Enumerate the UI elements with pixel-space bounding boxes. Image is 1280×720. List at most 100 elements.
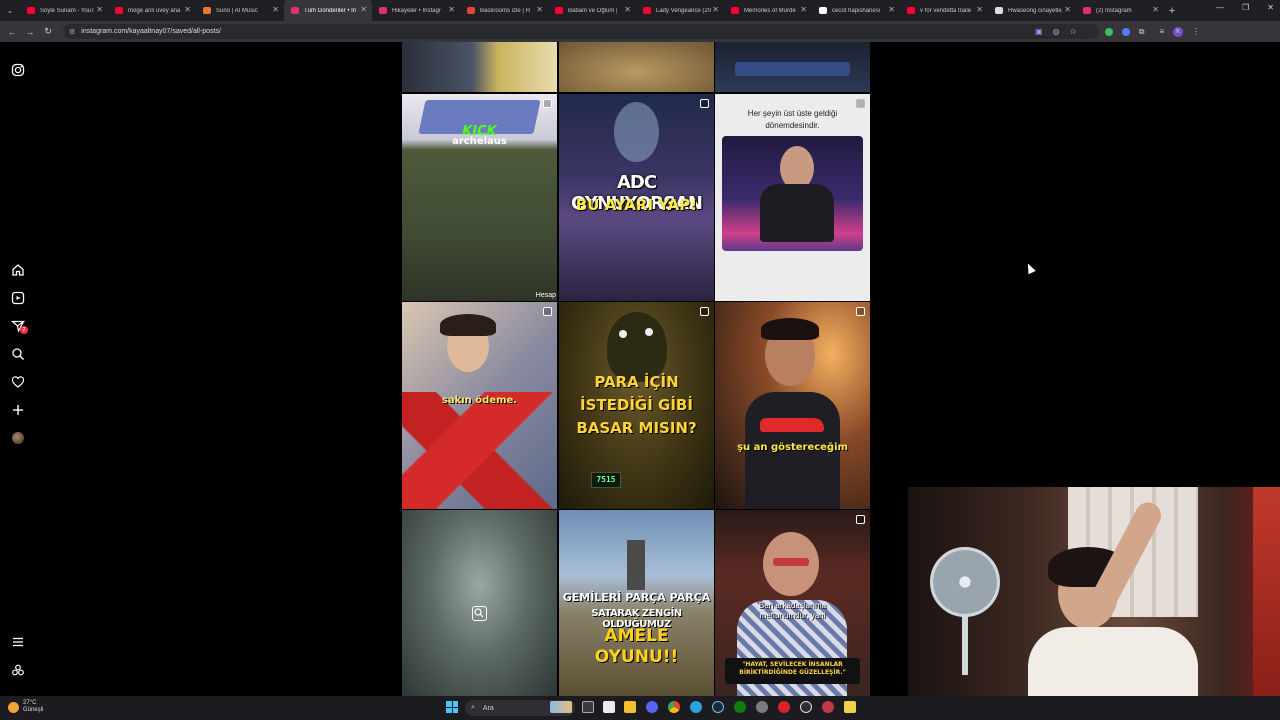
reel-icon (700, 307, 709, 316)
tab-close-icon[interactable]: ✕ (800, 5, 807, 14)
extension-green-icon[interactable] (1104, 27, 1113, 36)
record-app-icon[interactable] (778, 701, 790, 713)
reload-icon[interactable]: ↻ (39, 26, 57, 37)
back-icon[interactable]: ← (3, 27, 21, 37)
post-tile[interactable] (715, 42, 870, 92)
obs-icon[interactable] (800, 701, 812, 713)
windows-start-icon[interactable] (446, 701, 458, 713)
youtube-icon (643, 7, 651, 14)
post-tile-quote[interactable]: Her şeyin üst üste geldiği dönemdesindir… (715, 94, 870, 301)
instagram-icon (291, 7, 299, 14)
profile-avatar[interactable]: K (1173, 26, 1184, 37)
pinned-app-icon[interactable] (844, 701, 856, 713)
browser-tab[interactable]: Söyle Sunam - YouT ✕ (20, 0, 108, 21)
tab-title: Söyle Sunam - YouT (40, 7, 95, 14)
tab-close-icon[interactable]: ✕ (1152, 5, 1159, 14)
cast-icon[interactable]: ▣ (1035, 27, 1043, 36)
browser-tab[interactable]: Memories of Murde ✕ (724, 0, 812, 21)
tab-search-icon[interactable]: ⌄ (0, 6, 20, 15)
profile-avatar-icon[interactable] (12, 432, 24, 444)
site-info-icon[interactable]: ⚙ (69, 28, 75, 36)
browser-menu-icon[interactable]: ⋮ (1192, 27, 1200, 36)
tab-close-icon[interactable]: ✕ (448, 5, 455, 14)
tab-close-icon[interactable]: ✕ (888, 5, 895, 14)
browser-tab[interactable]: v for vendetta traile ✕ (900, 0, 988, 21)
eye-off-icon[interactable]: ◎ (1053, 27, 1060, 36)
reel-icon (543, 307, 552, 316)
ship-line3: AMELE (604, 626, 669, 646)
threads-icon[interactable] (11, 663, 25, 677)
tab-close-icon[interactable]: ✕ (624, 5, 631, 14)
reading-list-icon[interactable]: ≡ (1159, 27, 1164, 36)
chrome-icon[interactable] (668, 701, 680, 713)
browser-tab[interactable]: Lady Vengeance (20 ✕ (636, 0, 724, 21)
tab-close-icon[interactable]: ✕ (96, 5, 103, 14)
tab-close-icon[interactable]: ✕ (536, 5, 543, 14)
maximize-icon[interactable]: ❐ (1242, 3, 1249, 12)
tab-title: Hikayeler • Instagr (392, 7, 441, 14)
tab-title: Backrooms izle | H (480, 7, 530, 14)
post-tile-gostereceğim[interactable]: şu an göstereceğim (715, 302, 870, 509)
para-line3: BASAR MISIN? (576, 419, 697, 437)
sun-icon (8, 701, 19, 713)
steam-icon[interactable] (712, 701, 724, 713)
new-tab-button[interactable]: + (1164, 5, 1180, 17)
post-tile[interactable] (559, 42, 714, 92)
tab-close-icon[interactable]: ✕ (360, 5, 367, 14)
browser-tab[interactable]: Hikayeler • Instagr ✕ (372, 0, 460, 21)
tab-close-icon[interactable]: ✕ (712, 5, 719, 14)
store-icon[interactable] (603, 701, 615, 713)
telegram-icon[interactable] (690, 701, 702, 713)
extensions-puzzle-icon[interactable]: ⧉ (1139, 27, 1145, 37)
browser-tab[interactable]: Tüm Gönderiler • In ✕ (284, 0, 372, 21)
youtube-icon (555, 7, 563, 14)
home-icon[interactable] (11, 263, 25, 277)
adc-title-line2: BU AYARI YAP! (575, 196, 698, 214)
tab-close-icon[interactable]: ✕ (1064, 5, 1071, 14)
create-icon[interactable] (11, 403, 25, 417)
game-app-icon[interactable] (822, 701, 834, 713)
post-tile-blurred[interactable] (402, 510, 557, 696)
forward-icon[interactable]: → (21, 27, 39, 37)
tab-close-icon[interactable]: ✕ (272, 5, 279, 14)
browser-tab[interactable]: Babam ve Oğlum | ✕ (548, 0, 636, 21)
browser-tab[interactable]: (2) Instagram ✕ (1076, 0, 1164, 21)
settings-icon[interactable] (756, 701, 768, 713)
post-tile-kick-stream[interactable]: KICK archelaus Hesap (402, 94, 557, 301)
post-tile-podcast-man[interactable]: Ben arkadaşlarıma meftunumdur, yani "HAY… (715, 510, 870, 696)
browser-tab[interactable]: möge anlı üvey ana ✕ (108, 0, 196, 21)
menu-icon[interactable] (11, 635, 25, 649)
bookmark-star-icon[interactable]: ☆ (1070, 27, 1077, 36)
tab-close-icon[interactable]: ✕ (184, 5, 191, 14)
instagram-logo-icon[interactable] (11, 63, 25, 77)
search-highlight-icon[interactable] (550, 701, 572, 713)
post-tile-amele-oyunu[interactable]: GEMİLERİ PARÇA PARÇA SATARAK ZENGİN OLDU… (559, 510, 714, 696)
quote-line1: Her şeyin üst üste geldiği (747, 109, 838, 118)
browser-tab[interactable]: cecot hapishanesi ✕ (812, 0, 900, 21)
xbox-icon[interactable] (734, 701, 746, 713)
post-tile-para-icin[interactable]: PARA İÇİN İSTEDİĞİ GİBİ BASAR MISIN? 751… (559, 302, 714, 509)
file-explorer-icon[interactable] (624, 701, 636, 713)
extension-blue-icon[interactable] (1121, 27, 1130, 36)
reel-icon (856, 99, 865, 108)
heart-icon[interactable] (11, 375, 25, 389)
browser-tab[interactable]: Backrooms izle | H ✕ (460, 0, 548, 21)
address-bar[interactable]: ⚙ instagram.com/kayaaltnay07/saved/all-p… (63, 24, 1099, 39)
tab-close-icon[interactable]: ✕ (976, 5, 983, 14)
post-tile[interactable] (402, 42, 557, 92)
extensions-area: ⧉ ≡ K ⋮ (1104, 26, 1200, 37)
close-icon[interactable]: ✕ (1267, 3, 1274, 12)
post-tile-adc[interactable]: ADC OYNUYORSAN BU AYARI YAP! (559, 94, 714, 301)
reels-icon[interactable] (11, 291, 25, 305)
para-line2: İSTEDİĞİ GİBİ (580, 396, 693, 414)
browser-tab[interactable]: Suno | AI Music ✕ (196, 0, 284, 21)
search-icon[interactable] (11, 347, 25, 361)
discord-icon[interactable] (646, 701, 658, 713)
weather-widget[interactable]: 27°C Güneşli (8, 700, 43, 714)
task-view-icon[interactable] (582, 701, 594, 713)
man-subtitle-line2: meftunumdur, yani (759, 611, 826, 620)
post-tile-sakin-odeme[interactable]: sakın ödeme. (402, 302, 557, 509)
browser-tab[interactable]: Hwaseong cinayetle ✕ (988, 0, 1076, 21)
minimize-icon[interactable]: — (1216, 3, 1224, 12)
reel-icon (700, 99, 709, 108)
